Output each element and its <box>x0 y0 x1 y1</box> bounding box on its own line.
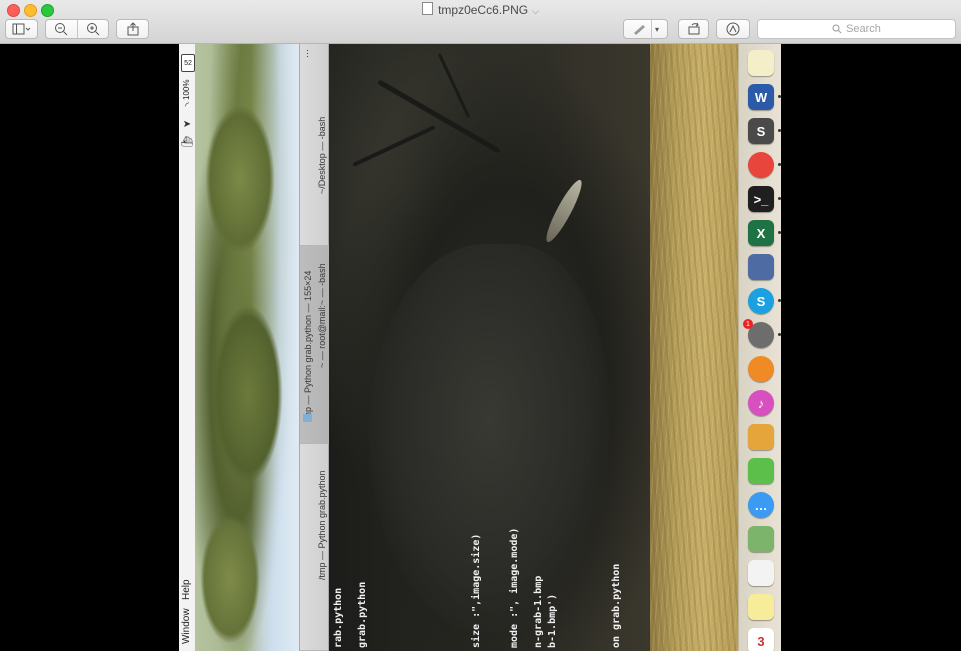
sublime-icon[interactable]: S <box>748 118 774 144</box>
zoom-out-button[interactable] <box>46 22 77 36</box>
terminal-line: on grab.python <box>611 563 622 648</box>
tree-canopy <box>200 514 260 644</box>
terminal-tab-bar: ⋯ ~/Desktop — -bash ~ — root@mail:~ — -b… <box>299 44 330 651</box>
evernote-icon[interactable] <box>748 458 774 484</box>
terminal-tab-root[interactable]: ~ — root@mail:~ — -bash tmp — Python gra… <box>300 246 330 444</box>
divider <box>650 20 652 38</box>
maps-icon[interactable] <box>748 526 774 552</box>
battery-label: 52 <box>184 59 192 67</box>
markup-icon <box>726 22 740 36</box>
running-indicator <box>778 231 781 234</box>
battery-percent: 100% <box>182 79 191 100</box>
keynote-icon[interactable] <box>748 424 774 450</box>
zoom-controls <box>45 19 109 39</box>
rotated-screenshot-image[interactable]: 52 100% ◜ ➤ ⛴ Help Window ⋯ ~/Desktop — … <box>179 44 781 651</box>
elephant-tusk <box>541 176 587 246</box>
tree-canopy <box>213 304 283 484</box>
battery-icon: 52 <box>181 54 195 72</box>
share-icon <box>127 22 138 36</box>
chevron-down-icon[interactable]: ▾ <box>655 25 659 34</box>
tree-canopy <box>205 104 275 254</box>
sidebar-toggle-button[interactable] <box>5 19 38 39</box>
menu-help[interactable]: Help <box>181 579 192 600</box>
excel-icon[interactable]: X <box>748 220 774 246</box>
document-title[interactable]: tmpz0eCc6.PNG ⌵ <box>0 2 961 17</box>
chrome-icon[interactable] <box>748 152 774 178</box>
running-indicator <box>778 163 781 166</box>
zoom-in-button[interactable] <box>78 22 109 36</box>
terminal-content[interactable]: rab.python grab.python size :",image.siz… <box>329 44 650 651</box>
terminal-tab-label: /tmp — Python grab.python <box>317 470 327 580</box>
ibooks-icon[interactable] <box>748 356 774 382</box>
terminal-line: n-grab-1.bmp <box>533 575 544 648</box>
png-file-icon <box>422 2 434 15</box>
location-icon[interactable]: ➤ <box>181 118 193 130</box>
document-title-text: tmpz0eCc6.PNG <box>438 3 529 17</box>
terminal-tab-desktop[interactable]: ~/Desktop — -bash <box>300 44 330 246</box>
tree-branch <box>352 125 436 167</box>
pen-icon <box>633 25 645 35</box>
rotate-button[interactable] <box>678 19 709 39</box>
menu-window[interactable]: Window <box>181 608 192 644</box>
desktop-wallpaper-left <box>195 44 299 651</box>
tree-branch <box>437 53 471 118</box>
notes-icon[interactable] <box>748 50 774 76</box>
terminal-tab-label: ~ — root@mail:~ — -bash <box>317 263 327 368</box>
terminal-icon[interactable]: >_ <box>748 186 774 212</box>
markup-toolbar-button[interactable] <box>716 19 750 39</box>
running-indicator <box>778 299 781 302</box>
terminal-tab-python[interactable]: /tmp — Python grab.python <box>300 444 330 651</box>
running-indicator <box>778 197 781 200</box>
terminal-line: b-1.bmp') <box>547 593 558 648</box>
dock: W S >_ X S 1 ♪… 3 <box>738 44 781 651</box>
document-canvas: 52 100% ◜ ➤ ⛴ Help Window ⋯ ~/Desktop — … <box>0 44 961 651</box>
chevron-down-icon: ⌵ <box>532 6 539 16</box>
terminal-line: rab.python <box>333 587 344 648</box>
wifi-icon[interactable]: ◜ <box>181 100 193 112</box>
word-icon[interactable]: W <box>748 84 774 110</box>
folder-icon <box>303 414 312 422</box>
zoom-in-icon <box>86 23 100 36</box>
notification-badge: 1 <box>743 319 753 329</box>
terminal-line: size :",image.size) <box>471 533 482 648</box>
terminal-tab-label: ~/Desktop — -bash <box>317 116 327 194</box>
stickies-icon[interactable] <box>748 594 774 620</box>
desktop-wallpaper-right <box>650 44 738 651</box>
search-icon <box>832 24 842 34</box>
terminal-window-title: tmp — Python grab.python — 155×24 <box>303 270 313 422</box>
virtualbox-icon[interactable] <box>748 254 774 280</box>
running-indicator <box>778 95 781 98</box>
search-placeholder: Search <box>846 23 881 35</box>
reminders-icon[interactable] <box>748 560 774 586</box>
running-indicator <box>778 129 781 132</box>
search-field[interactable]: Search <box>757 19 956 39</box>
itunes-icon[interactable]: ♪ <box>748 390 774 416</box>
messages-icon[interactable]: … <box>748 492 774 518</box>
elephant-silhouette <box>369 244 609 634</box>
menu-bar: 52 100% ◜ ➤ ⛴ Help Window <box>179 44 196 651</box>
rotate-icon <box>688 22 699 35</box>
markup-pen-button[interactable]: ▾ <box>623 19 668 39</box>
running-indicator <box>778 333 781 336</box>
docker-icon[interactable]: ⛴ <box>181 136 194 148</box>
zoom-out-icon <box>55 23 68 36</box>
skype-icon[interactable]: S <box>748 288 774 314</box>
preview-titlebar: tmpz0eCc6.PNG ⌵ ▾ Search <box>0 0 961 44</box>
sidebar-icon <box>12 23 30 35</box>
terminal-line: mode :", image.mode) <box>509 527 520 648</box>
calendar-icon[interactable]: 3 <box>748 628 774 651</box>
share-button[interactable] <box>116 19 149 39</box>
terminal-line: grab.python <box>357 581 368 648</box>
